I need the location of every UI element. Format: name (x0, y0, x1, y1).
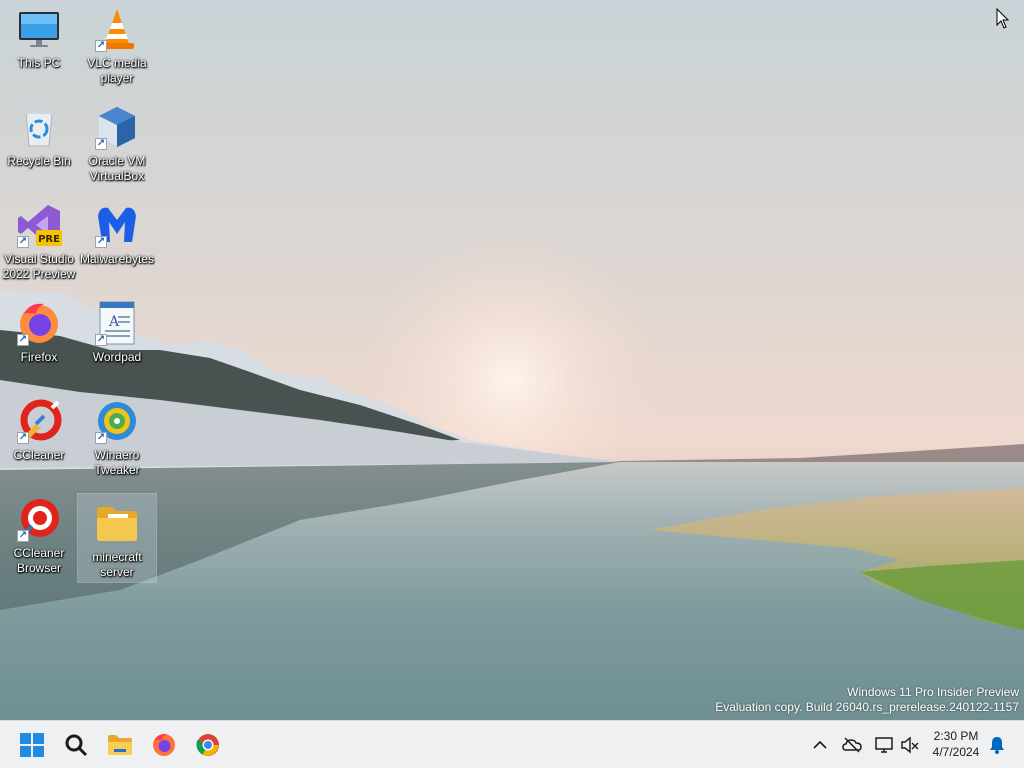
icon-label: Malwarebytes (79, 252, 155, 266)
watermark-edition: Windows 11 Pro Insider Preview (847, 685, 1019, 699)
icon-label: CCleaner (13, 448, 65, 462)
clock-time: 2:30 PM (933, 729, 979, 743)
search-button[interactable] (56, 725, 96, 765)
file-explorer-button[interactable] (100, 725, 140, 765)
windows-evaluation-watermark: Windows 11 Pro Insider Preview Evaluatio… (715, 685, 1019, 715)
monitor-icon (16, 6, 62, 52)
watermark-build: Evaluation copy. Build 26040.rs_prerelea… (715, 700, 1019, 714)
firefox-icon (153, 733, 175, 756)
firefox-desktop-icon[interactable]: ↗ Firefox (0, 294, 78, 382)
shortcut-arrow-icon: ↗ (95, 138, 107, 150)
icon-label: minecraft server (92, 550, 142, 579)
icon-label: Recycle Bin (7, 154, 71, 168)
volume-muted-icon (901, 736, 919, 754)
this-pc-desktop-icon[interactable]: This PC (0, 0, 78, 88)
shortcut-arrow-icon: ↗ (95, 334, 107, 346)
vlc-desktop-icon[interactable]: ↗ VLC media player (78, 0, 156, 88)
recycle-bin-desktop-icon[interactable]: Recycle Bin (0, 98, 78, 186)
wordpad-document-icon: A ↗ (94, 300, 140, 346)
recycle-bin-icon (16, 104, 62, 150)
icon-label: Winaero Tweaker (94, 448, 140, 477)
malwarebytes-icon: ↗ (94, 202, 140, 248)
shortcut-arrow-icon: ↗ (17, 432, 29, 444)
show-hidden-icons-button[interactable] (808, 733, 832, 757)
svg-text:PRE: PRE (38, 234, 60, 245)
ccleaner-browser-desktop-icon[interactable]: ↗ CCleaner Browser (0, 490, 78, 578)
taskbar-clock[interactable]: 2:30 PM 4/7/2024 (922, 728, 990, 760)
chrome-icon (196, 734, 219, 756)
clock-date: 4/7/2024 (932, 745, 980, 759)
network-icon (875, 737, 893, 753)
start-button[interactable] (12, 725, 52, 765)
icon-label: Visual Studio 2022 Preview (2, 252, 76, 281)
onedrive-tray-button[interactable] (840, 733, 864, 757)
vlc-cone-icon: ↗ (94, 6, 140, 52)
wordpad-desktop-icon[interactable]: A ↗ Wordpad (78, 294, 156, 382)
malwarebytes-desktop-icon[interactable]: ↗ Malwarebytes (78, 196, 156, 284)
visual-studio-desktop-icon[interactable]: PRE ↗ Visual Studio 2022 Preview (0, 196, 78, 284)
shortcut-arrow-icon: ↗ (17, 334, 29, 346)
virtualbox-desktop-icon[interactable]: ↗ Oracle VM VirtualBox (78, 98, 156, 186)
file-explorer-icon (108, 735, 132, 755)
start-icon (20, 733, 44, 757)
virtualbox-cube-icon: ↗ (94, 104, 140, 150)
volume-tray-button[interactable] (898, 733, 922, 757)
mouse-pointer-icon (996, 7, 1010, 30)
firefox-icon: ↗ (16, 300, 62, 346)
icon-label: VLC media player (87, 56, 147, 85)
icon-label: Wordpad (92, 350, 142, 364)
visual-studio-icon: PRE ↗ (16, 202, 62, 248)
network-tray-button[interactable] (872, 733, 896, 757)
chevron-up-icon (813, 740, 827, 749)
firefox-taskbar-button[interactable] (144, 725, 184, 765)
notification-bell-icon (990, 737, 1004, 754)
shortcut-arrow-icon: ↗ (95, 236, 107, 248)
folder-icon (94, 500, 140, 546)
icon-label: This PC (17, 56, 61, 70)
icon-label: CCleaner Browser (13, 546, 65, 575)
ccleaner-browser-icon: ↗ (16, 496, 62, 542)
shortcut-arrow-icon: ↗ (95, 40, 107, 52)
icon-label: Firefox (20, 350, 58, 364)
shortcut-arrow-icon: ↗ (95, 432, 107, 444)
shortcut-arrow-icon: ↗ (17, 236, 29, 248)
onedrive-offline-icon (842, 737, 862, 753)
notification-center-button[interactable] (985, 733, 1009, 757)
search-icon (65, 734, 88, 757)
winaero-tweaker-desktop-icon[interactable]: ↗ Winaero Tweaker (78, 392, 156, 480)
icon-label: Oracle VM VirtualBox (88, 154, 146, 183)
shortcut-arrow-icon: ↗ (17, 530, 29, 542)
minecraft-server-folder-icon[interactable]: minecraft server (77, 493, 157, 583)
ccleaner-icon: ↗ (16, 398, 62, 444)
winaero-tweaker-icon: ↗ (94, 398, 140, 444)
taskbar: 2:30 PM 4/7/2024 (0, 720, 1024, 768)
ccleaner-desktop-icon[interactable]: ↗ CCleaner (0, 392, 78, 480)
chrome-taskbar-button[interactable] (188, 725, 228, 765)
